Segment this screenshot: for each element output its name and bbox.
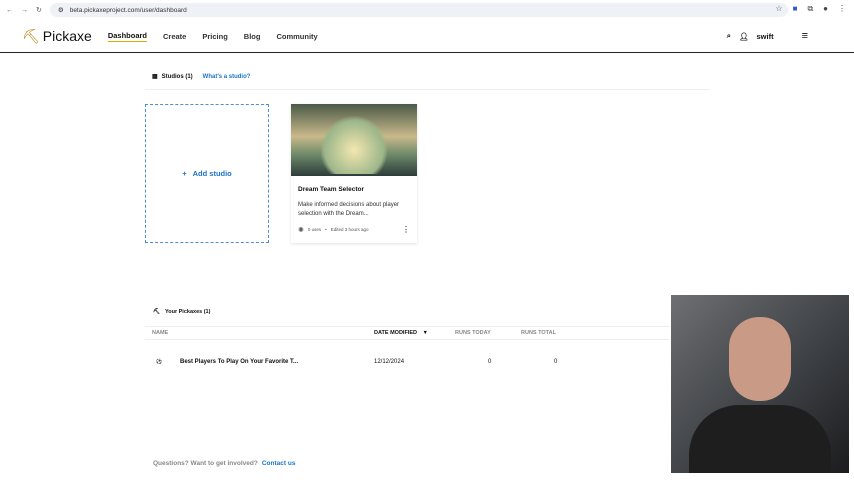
plus-icon: + bbox=[182, 169, 187, 178]
col-date-label: DATE MODIFIED bbox=[374, 330, 417, 336]
contact-us-link[interactable]: Contact us bbox=[262, 460, 296, 467]
whats-a-studio-link[interactable]: What's a studio? bbox=[203, 74, 251, 80]
table-row[interactable]: ⚽ Best Players To Play On Your Favorite … bbox=[145, 340, 670, 384]
webcam-overlay bbox=[671, 295, 849, 473]
user-icon[interactable]: 👤︎ bbox=[739, 32, 749, 41]
nav-pricing[interactable]: Pricing bbox=[202, 32, 227, 41]
runs-today: 0 bbox=[488, 359, 492, 365]
nav-blog[interactable]: Blog bbox=[244, 32, 261, 41]
footer-question: Questions? Want to get involved? bbox=[153, 460, 258, 467]
hamburger-menu-icon[interactable]: ≡ bbox=[802, 30, 808, 42]
studio-thumbnail bbox=[291, 104, 417, 176]
top-nav: ⛏ Pickaxe Dashboard Create Pricing Blog C… bbox=[0, 20, 854, 53]
nav-create[interactable]: Create bbox=[163, 32, 186, 41]
extension-icon[interactable]: ■ bbox=[793, 4, 798, 14]
back-icon[interactable]: ← bbox=[6, 7, 13, 14]
username[interactable]: swift bbox=[756, 32, 773, 41]
col-date-modified[interactable]: DATE MODIFIED ▼ bbox=[374, 330, 428, 336]
table-header: NAME DATE MODIFIED ▼ RUNS TODAY RUNS TOT… bbox=[145, 326, 670, 340]
studio-card[interactable]: Dream Team Selector Make informed decisi… bbox=[291, 104, 417, 243]
presenter-head bbox=[729, 317, 791, 401]
forward-icon[interactable]: → bbox=[21, 7, 28, 14]
logo-text: Pickaxe bbox=[42, 28, 92, 44]
sort-down-icon: ▼ bbox=[422, 330, 428, 336]
reload-icon[interactable]: ↻ bbox=[36, 6, 42, 14]
divider bbox=[145, 89, 710, 90]
separator: • bbox=[325, 227, 327, 232]
search-icon[interactable]: ⌕ bbox=[727, 31, 731, 41]
uses-count: 0 uses bbox=[307, 227, 322, 232]
col-name[interactable]: NAME bbox=[152, 330, 168, 336]
site-settings-icon[interactable]: ⚙ bbox=[58, 6, 64, 14]
footer: Questions? Want to get involved? Contact … bbox=[153, 460, 295, 467]
studio-description: Make informed decisions about player sel… bbox=[298, 202, 400, 217]
nav-dashboard[interactable]: Dashboard bbox=[107, 31, 147, 42]
date-modified: 12/12/2024 bbox=[374, 359, 405, 365]
pickaxe-icon: ⛏ bbox=[153, 309, 160, 315]
studios-header: ▦ Studios (1) What's a studio? bbox=[152, 73, 251, 81]
studio-title: Dream Team Selector bbox=[298, 186, 364, 193]
browser-toolbar: ← → ↻ ⚙ beta.pickaxeproject.com/user/dash… bbox=[0, 0, 854, 20]
profile-icon[interactable]: ● bbox=[823, 4, 828, 14]
more-options-icon[interactable]: ⋮ bbox=[402, 225, 410, 234]
runs-total: 0 bbox=[554, 359, 558, 365]
address-bar[interactable]: ⚙ beta.pickaxeproject.com/user/dashboard bbox=[49, 3, 788, 17]
col-runs-total[interactable]: RUNS TOTAL bbox=[521, 330, 556, 336]
pickaxe-thumb-icon: ⚽ bbox=[156, 359, 163, 365]
studio-icon: ▦ bbox=[152, 74, 158, 80]
studios-title: Studios (1) bbox=[161, 73, 193, 80]
pickaxe-name[interactable]: Best Players To Play On Your Favorite T.… bbox=[180, 359, 298, 365]
puzzle-icon[interactable]: ⧉ bbox=[807, 4, 813, 14]
pickaxes-table: NAME DATE MODIFIED ▼ RUNS TODAY RUNS TOT… bbox=[145, 326, 670, 384]
logo[interactable]: ⛏ Pickaxe bbox=[22, 28, 92, 45]
star-icon[interactable]: ☆ bbox=[775, 4, 782, 14]
edited-time: Edited 3 hours ago bbox=[330, 227, 369, 232]
presenter-body bbox=[689, 405, 831, 473]
add-studio-button[interactable]: + Add studio bbox=[145, 104, 269, 243]
pickaxes-header: ⛏ Your Pickaxes (1) bbox=[153, 309, 210, 315]
uses-icon: ✺ bbox=[298, 226, 304, 234]
col-runs-today[interactable]: RUNS TODAY bbox=[455, 330, 491, 336]
kebab-menu-icon[interactable]: ⋮ bbox=[838, 4, 846, 14]
url-text: beta.pickaxeproject.com/user/dashboard bbox=[69, 6, 187, 14]
pickaxes-title: Your Pickaxes (1) bbox=[164, 309, 211, 315]
pickaxe-icon: ⛏ bbox=[22, 27, 40, 44]
nav-community[interactable]: Community bbox=[276, 32, 317, 41]
add-studio-label: Add studio bbox=[192, 169, 232, 178]
